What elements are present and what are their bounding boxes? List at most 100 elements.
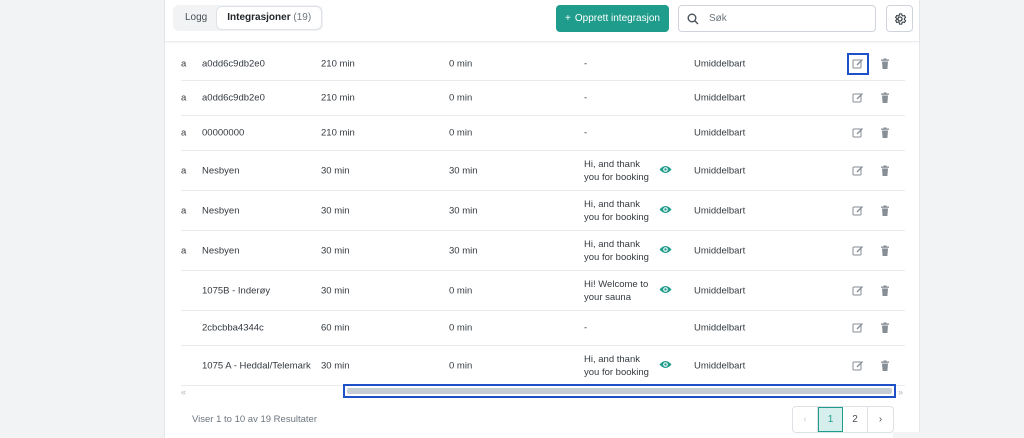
edit-icon[interactable] [852, 127, 864, 139]
toolbar: Logg Integrasjoner (19) + Opprett integr… [165, 0, 919, 42]
trash-icon[interactable] [879, 92, 891, 104]
results-summary: Viser 1 to 10 av 19 Resultater [192, 414, 317, 425]
time-after: 0 min [449, 92, 473, 104]
integration-name: 1075B - Inderøy [202, 285, 271, 296]
pagination: ‹ 1 2 › [792, 406, 894, 433]
trash-icon[interactable] [879, 285, 891, 297]
trash-icon[interactable] [879, 58, 891, 70]
gear-icon [894, 12, 906, 25]
trash-icon[interactable] [879, 127, 891, 139]
edit-icon[interactable] [852, 360, 864, 372]
send-timing: Umiddelbart [694, 92, 746, 104]
time-before: 210 min [321, 92, 355, 104]
row-stub: a [181, 127, 187, 139]
table-row: a Nesbyen 30 min 30 min Hi, and thank you fo… [181, 231, 905, 271]
trash-icon[interactable] [879, 360, 891, 372]
integrations-panel: Logg Integrasjoner (19) + Opprett integr… [164, 0, 920, 438]
horizontal-scrollbar[interactable] [343, 384, 896, 398]
pagination-page-2[interactable]: 2 [843, 407, 868, 432]
edit-icon[interactable] [852, 92, 864, 104]
trash-icon[interactable] [879, 205, 891, 217]
trash-icon[interactable] [879, 165, 891, 177]
create-integration-label: Opprett integrasjon [574, 13, 660, 24]
message-text: Hi, and thank you for booking [584, 353, 649, 378]
time-after: 0 min [449, 127, 473, 139]
row-stub: a [181, 245, 187, 256]
edit-icon[interactable] [852, 205, 864, 217]
edit-icon[interactable] [852, 245, 864, 257]
send-timing: Umiddelbart [694, 127, 746, 139]
table-row: 1075B - Inderøy 30 min 0 min Hi! Welcome to… [181, 271, 905, 311]
time-before: 30 min [321, 245, 350, 256]
message-text: Hi! Welcome to your sauna [584, 278, 649, 303]
edit-icon[interactable] [852, 322, 864, 334]
trash-icon[interactable] [879, 322, 891, 334]
table-row: a Nesbyen 30 min 30 min Hi, and thank you fo… [181, 191, 905, 231]
time-before: 30 min [321, 360, 350, 371]
eye-icon[interactable] [659, 359, 672, 372]
integration-name: a0dd6c9db2e0 [202, 92, 265, 104]
message-text: Hi, and thank you for booking [584, 238, 649, 263]
message-text: Hi, and thank you for booking [584, 158, 649, 183]
row-stub: a [181, 165, 187, 176]
time-before: 30 min [321, 205, 350, 216]
row-stub: a [181, 92, 187, 104]
time-after: 0 min [449, 360, 473, 371]
time-after: 0 min [449, 285, 473, 296]
eye-icon[interactable] [659, 284, 672, 297]
scroll-right-arrow[interactable]: » [898, 387, 903, 397]
message-text: - [584, 58, 588, 69]
time-before: 210 min [321, 127, 355, 139]
pagination-prev-button[interactable]: ‹ [793, 407, 818, 432]
search-placeholder: Søk [709, 13, 727, 24]
time-before: 60 min [321, 322, 350, 334]
create-integration-button[interactable]: + Opprett integrasjon [556, 5, 669, 32]
row-stub: a [181, 205, 187, 216]
row-stub: a [181, 58, 187, 69]
trash-icon[interactable] [879, 245, 891, 257]
table-row: a a0dd6c9db2e0 210 min 0 min - Umiddelbart [181, 81, 905, 116]
integration-name: 2cbcbba4344c [202, 322, 264, 334]
table-row: 1075 A - Heddal/Telemark 30 min 0 min Hi, a… [181, 346, 905, 386]
eye-icon[interactable] [659, 244, 672, 257]
time-before: 30 min [321, 165, 350, 176]
pagination-next-button[interactable]: › [868, 407, 893, 432]
settings-button[interactable] [886, 5, 913, 32]
eye-icon[interactable] [659, 164, 672, 177]
tab-logg[interactable]: Logg [175, 7, 217, 29]
search-input[interactable]: Søk [678, 5, 876, 32]
edit-icon[interactable] [852, 165, 864, 177]
send-timing: Umiddelbart [694, 58, 746, 69]
send-timing: Umiddelbart [694, 205, 746, 216]
tab-integrasjoner-count: (19) [293, 12, 312, 23]
integration-name: 00000000 [202, 127, 245, 139]
integrations-table: a a0dd6c9db2e0 210 min 0 min - Umiddelbart a a 0… [181, 47, 905, 386]
search-icon [687, 13, 699, 24]
time-after: 30 min [449, 165, 478, 176]
time-after: 30 min [449, 205, 478, 216]
table-row: a 00000000 210 min 0 min - Umiddelbart [181, 116, 905, 151]
edit-icon[interactable] [847, 52, 869, 75]
send-timing: Umiddelbart [694, 245, 746, 256]
integration-name: Nesbyen [202, 205, 240, 216]
integration-name: 1075 A - Heddal/Telemark [202, 360, 311, 371]
table-row: 2cbcbba4344c 60 min 0 min - Umiddelbart [181, 311, 905, 346]
time-after: 0 min [449, 58, 473, 69]
integration-name: Nesbyen [202, 165, 240, 176]
send-timing: Umiddelbart [694, 285, 746, 296]
time-after: 30 min [449, 245, 478, 256]
tab-logg-label: Logg [185, 12, 208, 23]
time-before: 210 min [321, 58, 355, 69]
pagination-page-1[interactable]: 1 [818, 407, 843, 432]
plus-icon: + [565, 13, 571, 24]
send-timing: Umiddelbart [694, 360, 746, 371]
table-row: a a0dd6c9db2e0 210 min 0 min - Umiddelbart [181, 47, 905, 81]
tab-integrasjoner[interactable]: Integrasjoner (19) [217, 7, 322, 29]
message-text: - [584, 322, 588, 334]
message-text: - [584, 92, 588, 104]
scroll-left-arrow[interactable]: « [181, 387, 186, 397]
eye-icon[interactable] [659, 204, 672, 217]
send-timing: Umiddelbart [694, 322, 746, 334]
scrollbar-thumb[interactable] [347, 388, 892, 394]
edit-icon[interactable] [852, 285, 864, 297]
